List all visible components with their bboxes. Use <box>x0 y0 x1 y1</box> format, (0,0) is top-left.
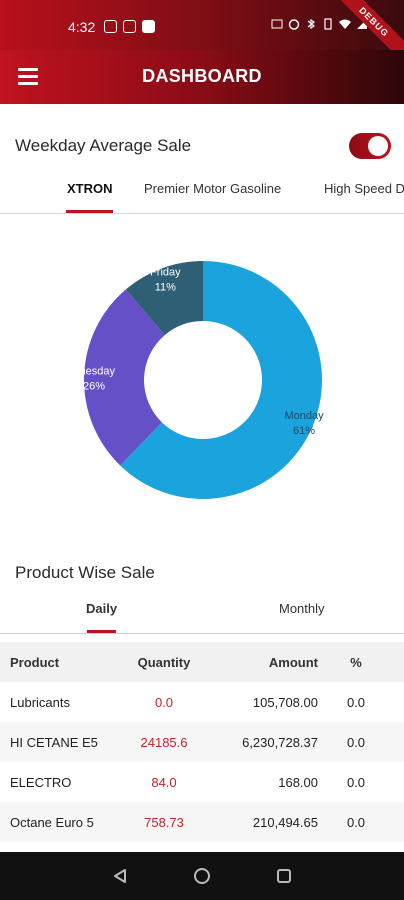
status-bar: 4:32 DEBUG <box>0 0 404 71</box>
vibrate-icon <box>324 18 332 30</box>
row-amount: 6,230,728.37 <box>242 735 318 750</box>
table-row: ELECTRO 84.0 168.00 0.0 <box>0 762 404 802</box>
tab-premier-motor-gasoline[interactable]: Premier Motor Gasoline <box>144 181 281 196</box>
row-percent: 0.0 <box>346 735 366 750</box>
fuel-type-tabs: XTRON Premier Motor Gasoline High Speed … <box>0 170 404 214</box>
row-quantity: 84.0 <box>151 775 177 790</box>
row-percent: 0.0 <box>346 695 366 710</box>
table-row: Octane Euro 5 758.73 210,494.65 0.0 <box>0 802 404 842</box>
row-quantity: 758.73 <box>144 815 184 830</box>
app-bar: DASHBOARD <box>0 50 404 104</box>
table-row: Lubricants 0.0 105,708.00 0.0 <box>0 682 404 722</box>
app-notification-icon <box>142 20 155 33</box>
slice-label-tuesday: Tuesday <box>73 366 115 378</box>
active-tab-indicator <box>66 210 113 213</box>
table-header: Product Quantity Amount % <box>0 642 404 682</box>
tab-high-speed-diesel[interactable]: High Speed D <box>324 181 404 196</box>
home-circle-icon[interactable] <box>194 868 210 884</box>
recents-square-icon[interactable] <box>277 869 291 883</box>
product-wise-sale-title: Product Wise Sale <box>15 563 155 582</box>
header-amount: Amount <box>268 655 318 670</box>
row-percent: 0.0 <box>346 815 366 830</box>
status-time: 4:32 <box>68 19 96 35</box>
bluetooth-icon <box>307 18 316 30</box>
wifi-icon <box>339 19 351 29</box>
page-title: DASHBOARD <box>142 66 262 86</box>
status-system-icons <box>271 18 368 30</box>
weekday-sale-donut-chart: Monday 61% Tuesday 26% Friday 11% <box>73 261 324 499</box>
active-period-indicator <box>87 630 116 633</box>
row-amount: 168.00 <box>278 775 318 790</box>
row-product: Octane Euro 5 <box>10 815 94 830</box>
weekday-average-sale-title: Weekday Average Sale <box>15 136 192 155</box>
status-notification-icons <box>104 20 155 33</box>
row-quantity: 24185.6 <box>140 735 188 750</box>
slice-value-tuesday: 26% <box>83 381 105 393</box>
slice-value-friday: 11% <box>155 282 176 294</box>
instagram-icon <box>104 20 117 33</box>
product-sale-table: Product Quantity Amount % Lubricants 0.0… <box>0 642 404 842</box>
row-product: Lubricants <box>10 695 70 710</box>
weekday-toggle-switch[interactable] <box>349 133 391 159</box>
row-quantity: 0.0 <box>154 695 174 710</box>
tab-daily[interactable]: Daily <box>86 601 117 616</box>
row-percent: 0.0 <box>346 775 366 790</box>
data-speed-icon <box>271 19 283 29</box>
row-product: HI CETANE E5 <box>10 735 98 750</box>
row-amount: 210,494.65 <box>252 815 318 830</box>
image-icon <box>123 20 136 33</box>
period-tabs: Daily Monthly <box>0 594 404 634</box>
system-navigation-bar <box>0 852 404 900</box>
back-triangle-icon[interactable] <box>112 868 128 884</box>
row-product: ELECTRO <box>10 775 72 790</box>
tab-monthly[interactable]: Monthly <box>279 601 325 616</box>
header-percent: % <box>350 655 362 670</box>
slice-label-friday: Friday <box>150 267 181 279</box>
row-amount: 105,708.00 <box>252 695 318 710</box>
alarm-icon <box>288 19 300 30</box>
table-row: HI CETANE E5 24185.6 6,230,728.37 0.0 <box>0 722 404 762</box>
toggle-knob <box>368 136 388 156</box>
header-product: Product <box>10 655 60 670</box>
slice-value-monday: 61% <box>293 425 315 437</box>
header-quantity: Quantity <box>137 655 191 670</box>
tab-xtron[interactable]: XTRON <box>67 181 113 196</box>
slice-label-monday: Monday <box>284 410 324 422</box>
